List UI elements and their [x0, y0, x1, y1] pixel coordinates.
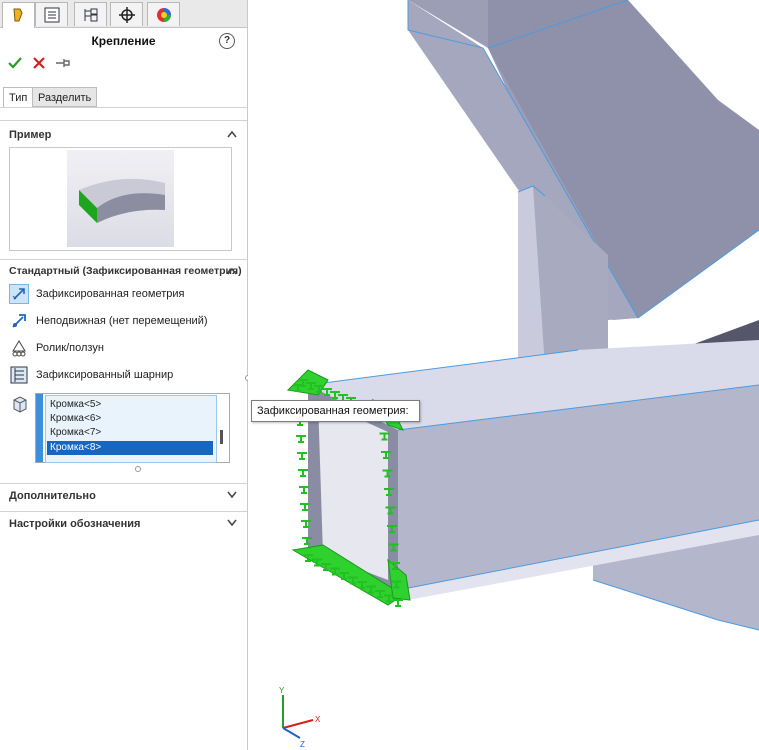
- section-divider: [0, 511, 247, 512]
- graphics-area[interactable]: Y X Z: [248, 0, 759, 750]
- chevron-up-icon[interactable]: [227, 267, 237, 275]
- model-view: Y X Z: [279, 0, 759, 749]
- dimxpert-icon: [119, 7, 135, 23]
- section-divider: [0, 483, 247, 484]
- propertymanager-panel: Крепление ? Тип Разделить Пример Стандар…: [0, 0, 248, 750]
- list-item-selected[interactable]: Кромка<8>: [47, 441, 213, 455]
- preview-part-image: [79, 178, 165, 223]
- panel-title: Крепление: [91, 34, 156, 48]
- triad-z-label: Z: [300, 740, 305, 749]
- triad-y-label: Y: [279, 686, 285, 695]
- fixture-arrow: [393, 599, 403, 607]
- section-divider: [0, 120, 247, 121]
- fixture-arrow: [298, 469, 308, 477]
- tabs-divider: [0, 107, 247, 108]
- active-selection-bar: [36, 394, 43, 462]
- pushpin-icon[interactable]: [55, 56, 71, 70]
- preview-background: [67, 150, 174, 247]
- list-item[interactable]: Кромка<5>: [50, 398, 213, 412]
- tab-type[interactable]: Тип: [3, 87, 34, 108]
- chevron-down-icon[interactable]: [227, 491, 237, 499]
- tooltip: Зафиксированная геометрия:: [251, 400, 420, 422]
- section-divider: [0, 259, 247, 260]
- propertymanager-icon: [44, 7, 60, 23]
- section-title-standard[interactable]: Стандартный (Зафиксированная геометрия): [9, 265, 242, 277]
- tab-propertymanager[interactable]: [35, 2, 68, 26]
- tab-configurationmanager[interactable]: [74, 2, 107, 26]
- tab-dimxpert[interactable]: [110, 2, 143, 26]
- tab-split[interactable]: Разделить: [32, 87, 98, 107]
- fixed-hinge-icon: [9, 365, 29, 385]
- fixture-arrow: [296, 435, 306, 443]
- section-title-symbol-settings[interactable]: Настройки обозначения: [9, 518, 140, 530]
- roller-slider-icon: [9, 338, 29, 358]
- checkmark-icon[interactable]: [8, 56, 22, 70]
- chevron-up-icon[interactable]: [227, 130, 237, 138]
- option-fixed-geometry[interactable]: Зафиксированная геометрия: [9, 284, 239, 306]
- option-label: Неподвижная (нет перемещений): [36, 315, 208, 327]
- example-preview: [9, 147, 232, 251]
- x-icon[interactable]: [32, 56, 46, 70]
- fixture-arrow: [297, 452, 307, 460]
- selection-list: Кромка<5> Кромка<6> Кромка<7> Кромка<8>: [45, 395, 217, 463]
- section-title-example[interactable]: Пример: [9, 129, 51, 141]
- section-title-advanced[interactable]: Дополнительно: [9, 490, 96, 502]
- display-manager-icon: [157, 8, 171, 22]
- manager-tabs-bar: [0, 0, 247, 28]
- selection-listbox[interactable]: Кромка<5> Кромка<6> Кромка<7> Кромка<8>: [35, 393, 230, 463]
- option-label: Ролик/ползун: [36, 342, 104, 354]
- tab-featuremanager[interactable]: [2, 2, 35, 28]
- option-label: Зафиксированная геометрия: [36, 288, 185, 300]
- featuremanager-icon: [13, 8, 23, 22]
- edge-selection-icon: [13, 396, 27, 413]
- option-fixed-hinge[interactable]: Зафиксированный шарнир: [9, 365, 239, 387]
- option-immovable[interactable]: Неподвижная (нет перемещений): [9, 311, 239, 333]
- immovable-icon: [9, 311, 29, 331]
- chevron-down-icon[interactable]: [227, 519, 237, 527]
- list-scrollbar-thumb[interactable]: [220, 430, 223, 444]
- tab-display-manager[interactable]: [147, 2, 180, 26]
- resize-handle[interactable]: [135, 466, 141, 472]
- list-item[interactable]: Кромка<6>: [50, 412, 213, 426]
- fixture-arrow: [299, 486, 309, 494]
- help-button[interactable]: ?: [219, 33, 235, 49]
- coordinate-triad: Y X Z: [279, 686, 321, 749]
- option-roller-slider[interactable]: Ролик/ползун: [9, 338, 239, 360]
- list-item[interactable]: Кромка<7>: [50, 426, 213, 440]
- fixed-geometry-icon: [9, 284, 29, 304]
- option-label: Зафиксированный шарнир: [36, 369, 174, 381]
- triad-x-label: X: [315, 715, 321, 724]
- configurationmanager-icon: [84, 8, 98, 22]
